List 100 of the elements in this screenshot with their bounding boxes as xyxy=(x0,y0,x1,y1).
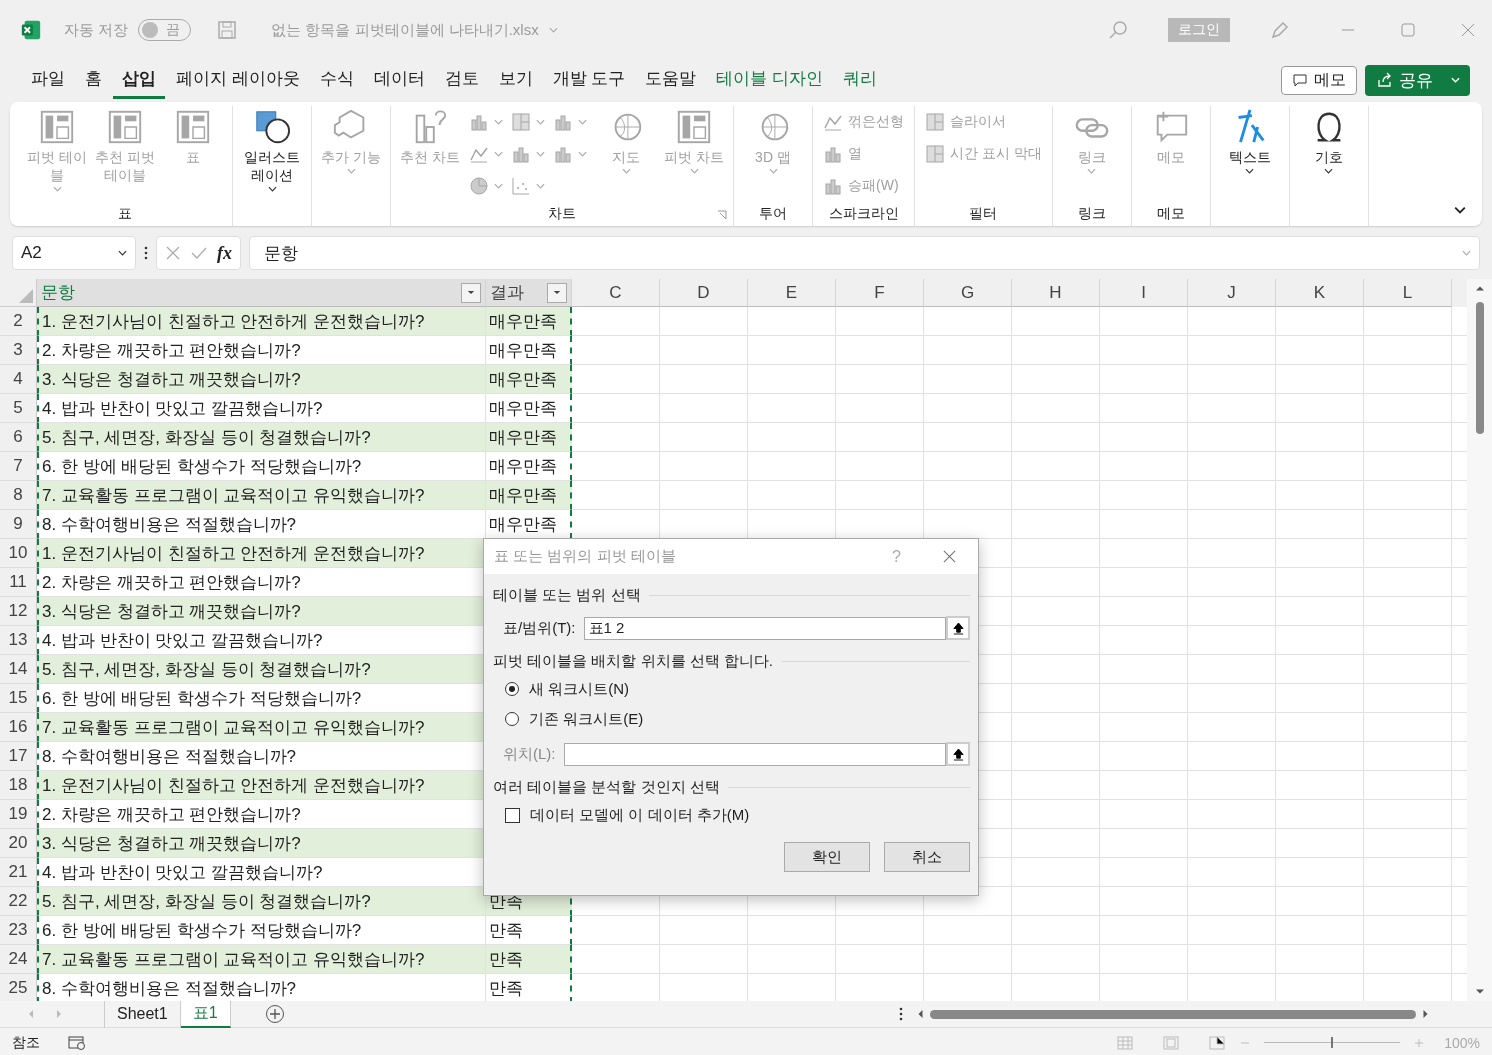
column-header[interactable]: H xyxy=(1049,282,1062,303)
menu-tab[interactable]: 삽입 xyxy=(113,61,165,99)
table-cell: 5. 침구, 세면장, 화장실 등이 청결했습니까? xyxy=(37,423,486,452)
collapse-dialog-button[interactable] xyxy=(946,616,970,640)
group-label: 차트 xyxy=(548,205,576,223)
range-field[interactable]: 표1 2 xyxy=(583,616,946,640)
row-number[interactable]: 2 xyxy=(13,311,23,331)
zoom-in-icon[interactable] xyxy=(1414,1037,1425,1048)
menu-tab[interactable]: 도움말 xyxy=(636,61,706,99)
scrollbar-thumb[interactable] xyxy=(1475,302,1484,434)
ribbon-button[interactable]: 일러스트레이션 xyxy=(239,106,305,202)
pivot-chart-icon xyxy=(675,108,713,146)
vertical-scrollbar[interactable] xyxy=(1467,279,1492,1001)
column-header[interactable]: K xyxy=(1313,282,1326,303)
menu-tab[interactable]: 개발 도구 xyxy=(543,61,635,99)
caret-icon xyxy=(553,290,561,295)
ribbon-button[interactable]: 텍스트 xyxy=(1216,106,1283,202)
bar-chart-icon xyxy=(469,112,489,132)
more-icon[interactable] xyxy=(899,1007,903,1021)
row-number[interactable]: 5 xyxy=(13,398,23,418)
accessibility-icon[interactable] xyxy=(68,1035,86,1050)
table-cell: 1. 운전기사님이 친절하고 안전하게 운전했습니까? xyxy=(37,307,486,336)
group-label: 메모 xyxy=(1156,205,1185,223)
menu-tab[interactable]: 홈 xyxy=(76,61,111,99)
row-number[interactable]: 3 xyxy=(13,340,23,360)
collapse-dialog-button[interactable] xyxy=(946,742,970,766)
normal-view-icon[interactable] xyxy=(1116,1035,1135,1050)
checkbox[interactable] xyxy=(505,807,520,823)
scroll-right-icon[interactable] xyxy=(1422,1009,1429,1019)
save-icon[interactable] xyxy=(217,20,238,40)
scroll-down-icon[interactable] xyxy=(1474,988,1485,995)
add-sheet-icon[interactable] xyxy=(264,1004,285,1024)
radio-label[interactable]: 기존 워크시트(E) xyxy=(529,709,644,729)
caret-icon xyxy=(536,183,545,189)
previous-sheet-icon[interactable] xyxy=(28,1009,34,1019)
column-header[interactable]: J xyxy=(1227,282,1236,303)
collapse-ribbon-icon[interactable] xyxy=(1454,206,1466,214)
column-header[interactable]: D xyxy=(697,282,710,303)
menu-tab[interactable]: 수식 xyxy=(310,61,363,99)
column-header[interactable]: E xyxy=(785,282,798,303)
up-arrow-icon xyxy=(952,747,964,761)
menu-tab[interactable]: 보기 xyxy=(489,61,542,99)
zoom-slider-thumb[interactable] xyxy=(1331,1037,1334,1048)
row-number[interactable]: 8 xyxy=(13,485,23,505)
scroll-up-icon[interactable] xyxy=(1474,285,1485,292)
search-icon[interactable] xyxy=(1108,20,1128,40)
chevron-down-icon[interactable] xyxy=(1451,77,1460,83)
column-header[interactable]: F xyxy=(874,282,885,303)
page-break-icon[interactable] xyxy=(1208,1035,1227,1050)
caret-icon xyxy=(267,186,277,193)
filter-dropdown-button[interactable] xyxy=(461,282,481,303)
column-header[interactable]: L xyxy=(1402,282,1413,303)
menu-tab[interactable]: 테이블 디자인 xyxy=(707,61,833,99)
row-number[interactable]: 4 xyxy=(13,369,23,389)
menu-tab[interactable]: 페이지 레이아웃 xyxy=(167,61,309,99)
table-cell: 3. 식당은 청결하고 깨끗했습니까? xyxy=(37,365,486,394)
row-number[interactable]: 7 xyxy=(13,456,23,476)
pie-chart-icon xyxy=(469,176,489,196)
radio-button[interactable] xyxy=(505,712,519,726)
table-cell: 7. 교육활동 프로그램이 교육적이고 유익했습니까? xyxy=(37,481,486,510)
treemap-icon xyxy=(511,112,531,132)
filter-dropdown-button[interactable] xyxy=(547,282,567,303)
comment-button[interactable]: 메모 xyxy=(1281,65,1357,95)
cancel-button[interactable]: 취소 xyxy=(884,842,970,872)
maximize-icon[interactable] xyxy=(1398,20,1418,40)
column-header[interactable]: G xyxy=(960,282,975,303)
dialog-launcher-icon[interactable] xyxy=(717,210,727,220)
menu-tab[interactable]: 쿼리 xyxy=(834,61,887,99)
caret-icon xyxy=(1087,168,1097,175)
next-sheet-icon[interactable] xyxy=(56,1009,62,1019)
close-icon[interactable] xyxy=(943,550,956,563)
checkbox-label[interactable]: 데이터 모델에 이 데이터 추가(M) xyxy=(530,805,750,825)
shapes-icon xyxy=(253,108,291,146)
table-cell: 5. 침구, 세면장, 화장실 등이 청결했습니까? xyxy=(37,655,486,684)
formula-field[interactable]: 문항 xyxy=(249,236,1480,270)
ok-button[interactable]: 확인 xyxy=(784,842,870,872)
cancel-icon[interactable] xyxy=(165,245,181,261)
column-header[interactable]: I xyxy=(1141,282,1146,303)
check-icon[interactable] xyxy=(191,245,207,261)
menu-tab[interactable]: 데이터 xyxy=(364,61,434,99)
caret-icon xyxy=(578,119,587,125)
column-header[interactable]: C xyxy=(609,282,622,303)
pen-icon[interactable] xyxy=(1270,20,1290,40)
speech-bubble-icon xyxy=(1292,72,1308,88)
name-box[interactable]: A2 xyxy=(12,236,136,270)
row-number[interactable]: 9 xyxy=(13,514,23,534)
autosave-label: 자동 저장 xyxy=(64,20,129,40)
insert-function-button[interactable]: fx xyxy=(217,242,232,264)
radio-label[interactable]: 새 워크시트(N) xyxy=(529,679,629,699)
more-icon[interactable] xyxy=(144,246,148,260)
location-field[interactable] xyxy=(563,742,946,766)
group-label: 표 xyxy=(118,205,132,223)
spreadsheet-logo-icon xyxy=(20,19,42,41)
ribbon-button[interactable]: 기호 xyxy=(1295,106,1362,202)
page-layout-icon[interactable] xyxy=(1162,1035,1181,1050)
row-number[interactable]: 6 xyxy=(13,427,23,447)
radio-button[interactable] xyxy=(505,682,519,696)
menu-tab[interactable]: 검토 xyxy=(435,61,488,99)
menu-tab[interactable]: 파일 xyxy=(22,61,74,99)
scroll-left-icon[interactable] xyxy=(917,1009,924,1019)
